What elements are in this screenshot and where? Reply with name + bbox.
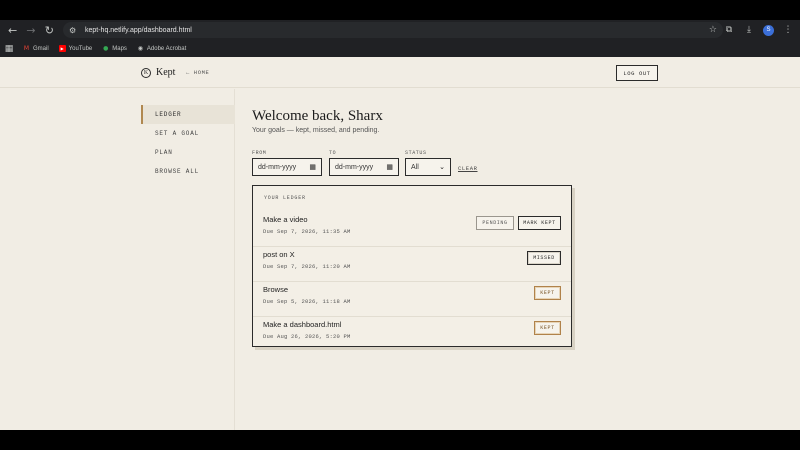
bookmark-label: Adobe Acrobat xyxy=(146,45,187,52)
brand-name: Kept xyxy=(156,67,176,78)
from-label: FROM xyxy=(252,150,267,156)
brand[interactable]: K Kept xyxy=(141,67,175,78)
browser-chrome: ← → ↻ ⚙ kept-hq.netlify.app/dashboard.ht… xyxy=(0,0,800,57)
gmail-icon: M xyxy=(23,45,30,52)
from-date-placeholder: dd-mm-yyyy xyxy=(258,163,297,171)
ledger-row: post on X Due Sep 7, 2026, 11:20 AM MISS… xyxy=(253,247,571,282)
bookmark-label: Maps xyxy=(112,45,127,52)
goal-due: Due Aug 26, 2026, 5:20 PM xyxy=(263,333,351,340)
acrobat-icon: ◉ xyxy=(137,45,144,52)
pending-button[interactable]: PENDING xyxy=(476,216,514,230)
extensions-icon[interactable]: ⧉ xyxy=(723,24,735,36)
goal-due: Due Sep 7, 2026, 11:35 AM xyxy=(263,228,351,235)
reload-icon[interactable]: ↻ xyxy=(43,23,56,37)
menu-kebab-icon[interactable]: ⋮ xyxy=(782,24,794,36)
bookmarks-bar: ▦ M Gmail ▶ YouTube ● Maps ◉ Adobe Acrob… xyxy=(0,40,800,57)
apps-grid-icon[interactable]: ▦ xyxy=(5,43,14,55)
goal-title: Make a dashboard.html xyxy=(263,320,342,329)
bookmark-youtube[interactable]: ▶ YouTube xyxy=(58,45,93,52)
kept-badge[interactable]: KEPT xyxy=(534,321,561,335)
address-bar[interactable]: ⚙ kept-hq.netlify.app/dashboard.html ☆ xyxy=(62,22,723,38)
sidebar-item-ledger[interactable]: LEDGER xyxy=(141,105,235,124)
goal-title: Browse xyxy=(263,285,289,294)
sidebar-item-set-a-goal[interactable]: SET A GOAL xyxy=(141,124,235,143)
status-label: STATUS xyxy=(405,150,427,156)
calendar-icon[interactable]: ▦ xyxy=(309,163,316,171)
goal-due: Due Sep 7, 2026, 11:20 AM xyxy=(263,263,351,270)
bottom-letterbox xyxy=(0,430,800,450)
ledger-card: YOUR LEDGER Make a video Due Sep 7, 2026… xyxy=(252,185,572,347)
address-bar-row: ← → ↻ ⚙ kept-hq.netlify.app/dashboard.ht… xyxy=(0,20,800,40)
to-date-placeholder: dd-mm-yyyy xyxy=(335,163,374,171)
profile-avatar[interactable]: S xyxy=(763,24,774,36)
goal-due: Due Sep 5, 2026, 11:18 AM xyxy=(263,298,351,305)
ledger-row: Make a dashboard.html Due Aug 26, 2026, … xyxy=(253,317,571,352)
download-icon[interactable]: ⤓ xyxy=(743,24,755,36)
sidebar: LEDGER SET A GOAL PLAN BROWSE ALL xyxy=(0,89,235,430)
mark-kept-button[interactable]: MARK KEPT xyxy=(518,216,561,230)
tab-strip xyxy=(0,0,800,20)
ledger-title: YOUR LEDGER xyxy=(264,195,306,201)
status-selected-value: All xyxy=(411,163,419,171)
status-select[interactable]: All ⌄ xyxy=(405,158,451,176)
sidebar-item-browse-all[interactable]: BROWSE ALL xyxy=(141,162,235,181)
calendar-icon[interactable]: ▦ xyxy=(386,163,393,171)
youtube-icon: ▶ xyxy=(58,45,66,52)
chevron-down-icon: ⌄ xyxy=(439,163,445,171)
ledger-row: Make a video Due Sep 7, 2026, 11:35 AM P… xyxy=(253,212,571,247)
logout-button[interactable]: LOG OUT xyxy=(616,65,658,81)
missed-badge[interactable]: MISSED xyxy=(527,251,561,265)
brand-logo-icon: K xyxy=(141,67,151,78)
url-text[interactable]: kept-hq.netlify.app/dashboard.html xyxy=(85,27,709,34)
bookmark-label: YouTube xyxy=(68,45,93,52)
top-navigation: K Kept ← HOME LOG OUT xyxy=(0,57,800,88)
site-info-icon[interactable]: ⚙ xyxy=(69,25,79,35)
page: K Kept ← HOME LOG OUT LEDGER SET A GOAL … xyxy=(0,57,800,430)
clear-filters-link[interactable]: CLEAR xyxy=(458,165,478,172)
maps-icon: ● xyxy=(103,45,109,52)
sidebar-item-plan[interactable]: PLAN xyxy=(141,143,235,162)
bookmark-gmail[interactable]: M Gmail xyxy=(23,45,49,52)
ledger-row: Browse Due Sep 5, 2026, 11:18 AM KEPT xyxy=(253,282,571,317)
back-icon[interactable]: ← xyxy=(6,23,19,37)
home-link[interactable]: ← HOME xyxy=(186,69,209,76)
goal-title: post on X xyxy=(263,250,295,259)
from-date-input[interactable]: dd-mm-yyyy ▦ xyxy=(252,158,322,176)
kept-badge[interactable]: KEPT xyxy=(534,286,561,300)
bookmark-maps[interactable]: ● Maps xyxy=(102,45,127,52)
bookmark-label: Gmail xyxy=(33,45,49,52)
to-date-input[interactable]: dd-mm-yyyy ▦ xyxy=(329,158,399,176)
forward-icon[interactable]: → xyxy=(24,23,37,37)
bookmark-acrobat[interactable]: ◉ Adobe Acrobat xyxy=(137,45,187,52)
to-label: TO xyxy=(329,150,337,156)
goal-title: Make a video xyxy=(263,215,308,224)
page-subtitle: Your goals — kept, missed, and pending. xyxy=(252,127,380,134)
bookmark-star-icon[interactable]: ☆ xyxy=(709,25,717,35)
page-title: Welcome back, Sharx xyxy=(252,108,383,124)
